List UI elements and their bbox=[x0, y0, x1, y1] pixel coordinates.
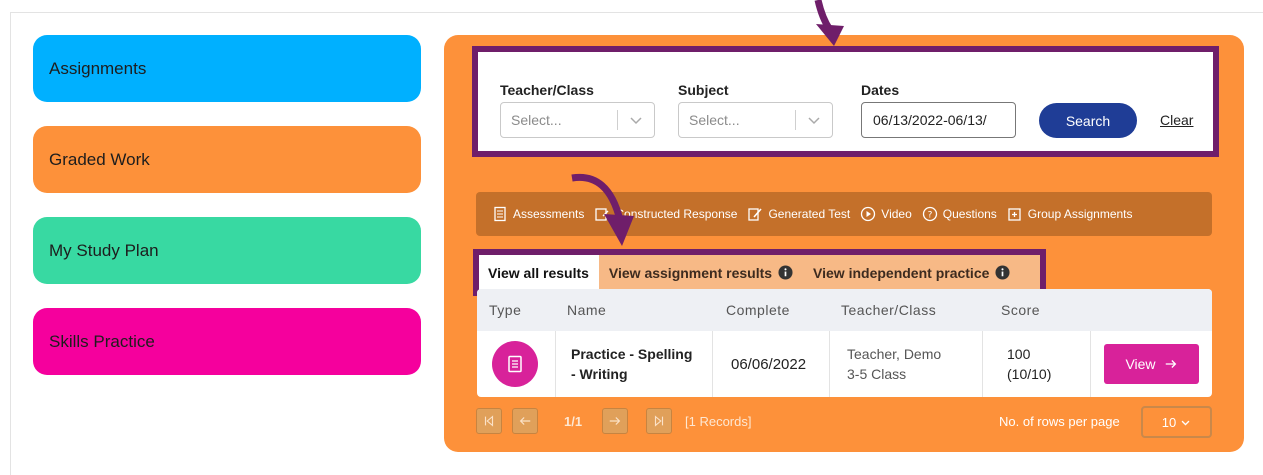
tab-view-assignment-results[interactable]: View assignment results bbox=[599, 255, 803, 290]
header-name: Name bbox=[567, 302, 607, 318]
name-cell: Practice - Spelling - Writing bbox=[571, 331, 692, 397]
teacher-class-placeholder: Select... bbox=[511, 112, 562, 128]
nav-graded-work-button[interactable]: Graded Work bbox=[33, 126, 421, 193]
assignment-name-line1: Practice - Spelling bbox=[571, 346, 693, 362]
search-button-label: Search bbox=[1065, 112, 1111, 129]
nav-label: Skills Practice bbox=[49, 331, 155, 351]
score-value: 100 bbox=[1007, 346, 1031, 362]
teacher-name: Teacher, Demo bbox=[847, 346, 942, 362]
select-divider bbox=[617, 110, 618, 130]
toolbar-questions[interactable]: ? Questions bbox=[922, 206, 997, 222]
nav-study-plan-button[interactable]: My Study Plan bbox=[33, 217, 421, 284]
toolbar-group-assignments[interactable]: Group Assignments bbox=[1007, 206, 1133, 222]
document-icon bbox=[508, 355, 522, 373]
previous-page-button[interactable] bbox=[512, 408, 538, 434]
arrow-right-icon bbox=[609, 417, 621, 425]
subject-select[interactable]: Select... bbox=[678, 102, 833, 138]
document-icon bbox=[494, 206, 506, 222]
clear-link[interactable]: Clear bbox=[1160, 112, 1193, 128]
class-name: 3-5 Class bbox=[847, 366, 907, 382]
teacher-class-cell: Teacher, Demo 3-5 Class bbox=[847, 331, 941, 397]
edit-icon bbox=[748, 208, 763, 221]
rows-per-page-value: 10 bbox=[1161, 414, 1177, 430]
record-count: [1 Records] bbox=[685, 414, 752, 429]
assignment-type-icon bbox=[492, 341, 538, 387]
arrow-left-icon bbox=[519, 417, 531, 425]
tab-view-independent-practice[interactable]: View independent practice bbox=[803, 255, 1020, 290]
last-page-button[interactable] bbox=[646, 408, 672, 434]
group-icon bbox=[1008, 208, 1021, 221]
tab-label: View assignment results bbox=[608, 264, 773, 281]
chevron-down-icon bbox=[808, 117, 820, 125]
select-divider bbox=[795, 110, 796, 130]
rows-per-page-select[interactable]: 10 bbox=[1141, 406, 1212, 438]
table-row: Practice - Spelling - Writing 06/06/2022… bbox=[477, 331, 1212, 397]
last-page-icon bbox=[654, 415, 664, 427]
info-icon bbox=[995, 265, 1010, 280]
rows-per-page-label: No. of rows per page bbox=[999, 414, 1120, 429]
pagination-bar: 1/1 [1 Records] No. of rows per page 10 bbox=[476, 406, 1212, 438]
nav-skills-practice-button[interactable]: Skills Practice bbox=[33, 308, 421, 375]
filter-bar: Teacher/Class Select... Subject Select..… bbox=[472, 46, 1219, 157]
chevron-down-icon bbox=[630, 117, 642, 125]
toolbar-label: Group Assignments bbox=[1027, 207, 1133, 221]
dates-input[interactable]: 06/13/2022-06/13/ bbox=[861, 102, 1016, 138]
page-indicator: 1/1 bbox=[564, 414, 583, 429]
dates-value: 06/13/2022-06/13/ bbox=[873, 112, 987, 128]
toolbar-label: Questions bbox=[942, 207, 997, 221]
score-cell: 100 (10/10) bbox=[1007, 331, 1051, 397]
results-table: Type Name Complete Teacher/Class Score P… bbox=[477, 289, 1212, 397]
dates-label: Dates bbox=[861, 82, 900, 98]
svg-text:?: ? bbox=[927, 211, 932, 221]
teacher-class-label: Teacher/Class bbox=[500, 82, 594, 98]
toolbar-label: Video bbox=[881, 207, 912, 221]
annotation-arrow-icon bbox=[571, 173, 634, 246]
header-score: Score bbox=[1001, 302, 1041, 318]
toolbar-video[interactable]: Video bbox=[860, 206, 912, 222]
search-button[interactable]: Search bbox=[1039, 103, 1137, 138]
question-icon: ? bbox=[922, 206, 937, 222]
chevron-down-icon bbox=[1181, 420, 1190, 426]
header-complete: Complete bbox=[726, 302, 790, 318]
nav-label: My Study Plan bbox=[49, 240, 159, 260]
table-header: Type Name Complete Teacher/Class Score bbox=[477, 289, 1212, 331]
first-page-icon bbox=[484, 415, 494, 427]
header-type: Type bbox=[489, 302, 522, 318]
tab-label: View independent practice bbox=[813, 264, 990, 281]
tab-label: View all results bbox=[488, 264, 589, 281]
tab-view-all-results[interactable]: View all results bbox=[479, 255, 599, 290]
annotation-arrow-icon bbox=[814, 0, 844, 46]
subject-label: Subject bbox=[678, 82, 729, 98]
first-page-button[interactable] bbox=[476, 408, 502, 434]
nav-label: Assignments bbox=[49, 58, 147, 78]
view-button-label: View bbox=[1125, 356, 1156, 372]
view-button[interactable]: View bbox=[1104, 344, 1199, 384]
toolbar-generated-test[interactable]: Generated Test bbox=[747, 206, 850, 222]
play-icon bbox=[861, 206, 876, 222]
complete-cell: 06/06/2022 bbox=[731, 331, 806, 397]
nav-label: Graded Work bbox=[49, 149, 150, 169]
next-page-button[interactable] bbox=[602, 408, 628, 434]
complete-date: 06/06/2022 bbox=[731, 355, 807, 373]
teacher-class-select[interactable]: Select... bbox=[500, 102, 655, 138]
info-icon bbox=[778, 265, 793, 280]
nav-assignments-button[interactable]: Assignments bbox=[33, 35, 421, 102]
header-teacher-class: Teacher/Class bbox=[841, 302, 937, 318]
type-cell bbox=[492, 331, 538, 397]
score-detail: (10/10) bbox=[1007, 366, 1052, 382]
arrow-right-icon bbox=[1165, 360, 1176, 368]
toolbar-label: Generated Test bbox=[768, 207, 851, 221]
assignment-name-line2: - Writing bbox=[571, 366, 628, 382]
subject-placeholder: Select... bbox=[689, 112, 740, 128]
